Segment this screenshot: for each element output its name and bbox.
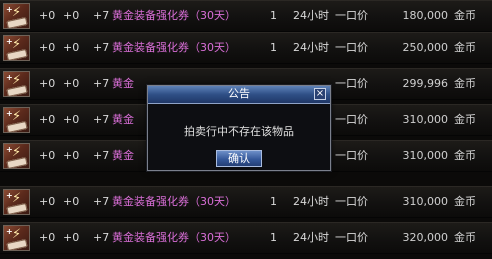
duration: 24小时 <box>293 9 329 22</box>
sale-mode: 一口价 <box>335 149 368 162</box>
currency: 金币 <box>454 9 476 22</box>
currency: 金币 <box>454 77 476 90</box>
item-name: 黄金装备强化券（30天） <box>112 9 236 22</box>
item-name: 黄金 <box>112 77 134 90</box>
enhance-level: +7 <box>93 195 110 208</box>
item-price: 310,000 <box>402 195 449 208</box>
sale-mode: 一口价 <box>335 113 368 126</box>
sale-mode: 一口价 <box>335 195 368 208</box>
enhance-level: +7 <box>93 113 110 126</box>
dialog-title: 公告 <box>228 87 250 100</box>
item-name: 黄金 <box>112 149 134 162</box>
dialog-title-bar[interactable]: 公告 × <box>148 86 330 104</box>
ticket-icon: + ⚡ <box>3 35 30 61</box>
stat-1: +0 <box>39 149 56 162</box>
item-quantity: 1 <box>270 231 277 244</box>
list-item[interactable]: + ⚡ +0 +0 +7 黄金装备强化券（30天） 1 24小时 一口价 180,… <box>0 0 492 32</box>
ticket-icon: + ⚡ <box>3 71 30 97</box>
enhance-level: +7 <box>93 9 110 22</box>
currency: 金币 <box>454 231 476 244</box>
item-name: 黄金装备强化券（30天） <box>112 41 236 54</box>
stat-1: +0 <box>39 9 56 22</box>
item-name: 黄金装备强化券（30天） <box>112 231 236 244</box>
stat-2: +0 <box>63 113 80 126</box>
confirm-button[interactable]: 确认 <box>216 150 262 167</box>
item-price: 180,000 <box>402 9 449 22</box>
stat-2: +0 <box>63 9 80 22</box>
sale-mode: 一口价 <box>335 77 368 90</box>
item-quantity: 1 <box>270 41 277 54</box>
ticket-icon: + ⚡ <box>3 107 30 133</box>
stat-1: +0 <box>39 231 56 244</box>
list-item[interactable]: + ⚡ +0 +0 +7 黄金装备强化券（30天） 1 24小时 一口价 320,… <box>0 222 492 254</box>
sale-mode: 一口价 <box>335 9 368 22</box>
stat-1: +0 <box>39 195 56 208</box>
sale-mode: 一口价 <box>335 41 368 54</box>
currency: 金币 <box>454 113 476 126</box>
enhance-level: +7 <box>93 77 110 90</box>
ticket-icon: + ⚡ <box>3 143 30 169</box>
item-price: 299,996 <box>402 77 449 90</box>
item-price: 310,000 <box>402 149 449 162</box>
list-item[interactable]: + ⚡ +0 +0 +7 黄金装备强化券（30天） 1 24小时 一口价 250,… <box>0 32 492 64</box>
enhance-level: +7 <box>93 41 110 54</box>
stat-2: +0 <box>63 41 80 54</box>
item-name: 黄金 <box>112 113 134 126</box>
stat-2: +0 <box>63 195 80 208</box>
list-item[interactable]: + ⚡ +0 +0 +7 黄金装备强化券（30天） 1 24小时 一口价 310,… <box>0 186 492 218</box>
currency: 金币 <box>454 195 476 208</box>
duration: 24小时 <box>293 231 329 244</box>
duration: 24小时 <box>293 195 329 208</box>
sale-mode: 一口价 <box>335 231 368 244</box>
item-name: 黄金装备强化券（30天） <box>112 195 236 208</box>
ticket-icon: + ⚡ <box>3 3 30 29</box>
stat-1: +0 <box>39 113 56 126</box>
item-price: 320,000 <box>402 231 449 244</box>
item-price: 250,000 <box>402 41 449 54</box>
enhance-level: +7 <box>93 149 110 162</box>
notice-dialog: 公告 × 拍卖行中不存在该物品 确认 <box>147 85 331 171</box>
item-quantity: 1 <box>270 195 277 208</box>
duration: 24小时 <box>293 41 329 54</box>
stat-2: +0 <box>63 231 80 244</box>
stat-1: +0 <box>39 41 56 54</box>
item-quantity: 1 <box>270 9 277 22</box>
stat-2: +0 <box>63 77 80 90</box>
dialog-message: 拍卖行中不存在该物品 <box>184 125 294 138</box>
item-price: 310,000 <box>402 113 449 126</box>
stat-1: +0 <box>39 77 56 90</box>
enhance-level: +7 <box>93 231 110 244</box>
close-icon[interactable]: × <box>314 88 326 100</box>
currency: 金币 <box>454 149 476 162</box>
currency: 金币 <box>454 41 476 54</box>
ticket-icon: + ⚡ <box>3 225 30 251</box>
stat-2: +0 <box>63 149 80 162</box>
ticket-icon: + ⚡ <box>3 189 30 215</box>
